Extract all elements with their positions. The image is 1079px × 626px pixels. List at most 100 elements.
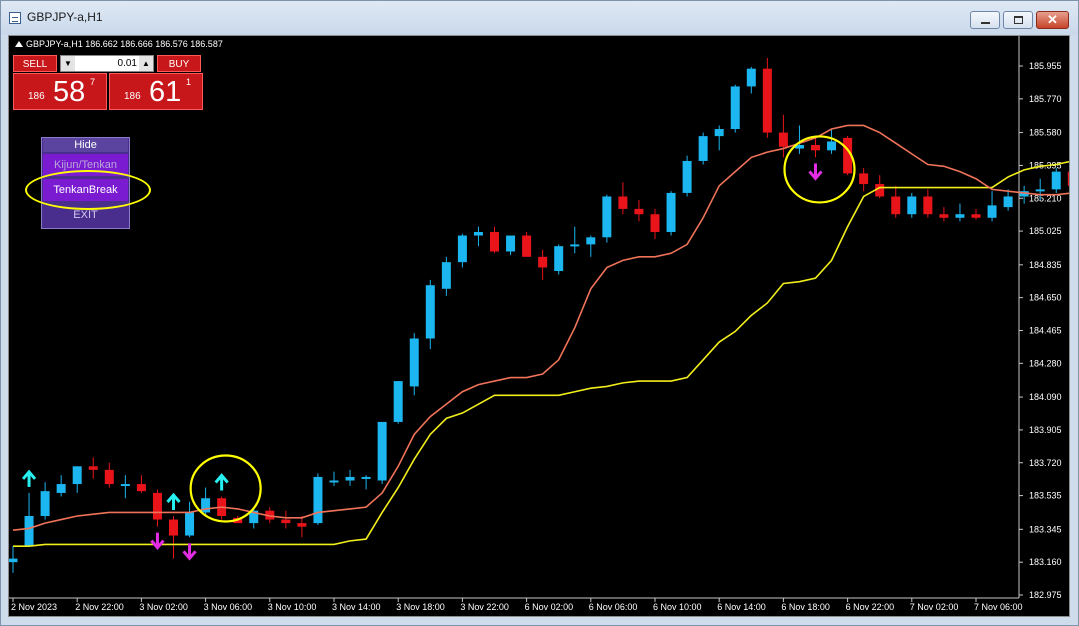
- bull-candle: [586, 237, 596, 245]
- time-tick-label: 3 Nov 10:00: [268, 602, 317, 612]
- bear-candle: [88, 466, 98, 470]
- bull-candle: [313, 476, 323, 524]
- bull-candle: [329, 480, 339, 483]
- bear-candle: [297, 523, 307, 527]
- time-tick-label: 6 Nov 18:00: [781, 602, 830, 612]
- sell-price-box[interactable]: 186 58 7: [13, 73, 107, 110]
- bull-candle: [570, 244, 580, 247]
- maximize-icon: [1014, 16, 1023, 24]
- price-tick-label: 183.905: [1029, 425, 1062, 435]
- lot-size-value[interactable]: 0.01: [77, 56, 137, 71]
- minimize-button[interactable]: [970, 11, 1000, 29]
- bull-candle: [120, 484, 130, 487]
- price-tick-label: 183.160: [1029, 557, 1062, 567]
- time-tick-label: 7 Nov 02:00: [910, 602, 959, 612]
- bear-candle: [859, 173, 869, 185]
- time-tick-label: 6 Nov 02:00: [525, 602, 574, 612]
- buy-price-big: 61: [149, 76, 182, 108]
- bull-candle: [425, 285, 435, 339]
- chart-symbol-header: GBPJPY-a,H1 186.662 186.666 186.576 186.…: [15, 39, 223, 49]
- bear-candle: [1067, 171, 1069, 186]
- bear-candle: [136, 484, 146, 492]
- bull-candle: [730, 86, 740, 130]
- buy-price-prefix: 186: [124, 91, 141, 102]
- bull-candle: [1035, 189, 1045, 192]
- time-tick-label: 6 Nov 06:00: [589, 602, 638, 612]
- time-tick-label: 3 Nov 02:00: [139, 602, 188, 612]
- time-tick-label: 3 Nov 06:00: [204, 602, 253, 612]
- price-tick-label: 185.770: [1029, 94, 1062, 104]
- chart-window-icon: [9, 12, 21, 24]
- bull-candle: [409, 338, 419, 387]
- bull-candle: [9, 558, 18, 563]
- collapse-triangle-icon[interactable]: [15, 41, 23, 47]
- price-chart[interactable]: 185.955 185.770 185.580 185.395 185.210 185.0…: [8, 35, 1070, 617]
- bull-candle: [361, 476, 371, 479]
- bull-candle: [746, 68, 756, 87]
- bear-candle: [778, 132, 788, 147]
- time-tick-label: 2 Nov 2023: [11, 602, 57, 612]
- sell-price-big: 58: [53, 76, 86, 108]
- sell-price-prefix: 186: [28, 91, 45, 102]
- bear-candle: [923, 196, 933, 215]
- sell-button[interactable]: SELL: [13, 55, 57, 72]
- lot-decrease-icon[interactable]: ▼: [61, 56, 75, 71]
- bear-candle: [891, 196, 901, 215]
- price-tick-label: 185.580: [1029, 128, 1062, 138]
- tenkan-sen-line: [12, 124, 1069, 532]
- lot-size-field[interactable]: ▼ 0.01 ▲: [60, 55, 154, 72]
- bear-candle: [152, 492, 162, 520]
- time-tick-label: 6 Nov 22:00: [846, 602, 895, 612]
- bull-candle: [506, 235, 516, 252]
- buy-button[interactable]: BUY: [157, 55, 201, 72]
- bull-candle: [602, 196, 612, 238]
- close-button[interactable]: ✕: [1036, 11, 1069, 29]
- bear-candle: [169, 519, 178, 536]
- time-tick-label: 3 Nov 22:00: [460, 602, 509, 612]
- price-tick-label: 184.090: [1029, 392, 1062, 402]
- bear-candle: [875, 184, 885, 197]
- time-tick-label: 6 Nov 10:00: [653, 602, 702, 612]
- bull-candle: [56, 484, 66, 493]
- bull-candle: [907, 196, 917, 215]
- bull-candle: [1051, 171, 1061, 190]
- bear-candle: [490, 231, 499, 252]
- maximize-button[interactable]: [1003, 11, 1033, 29]
- hide-button[interactable]: Hide: [43, 138, 128, 152]
- bull-candle: [714, 129, 724, 137]
- bull-candle: [987, 205, 997, 218]
- window-title: GBPJPY-a,H1: [27, 10, 103, 24]
- bear-candle: [971, 214, 981, 218]
- bull-candle: [457, 235, 467, 263]
- bear-candle: [538, 256, 548, 268]
- price-tick-label: 184.465: [1029, 326, 1062, 336]
- mt4-chart-window: GBPJPY-a,H1 ✕ 185.955 185.770 185.580 185.3…: [0, 0, 1079, 626]
- time-tick-label: 6 Nov 14:00: [717, 602, 766, 612]
- bear-candle: [281, 519, 291, 524]
- time-tick-label: 3 Nov 18:00: [396, 602, 445, 612]
- price-tick-label: 185.025: [1029, 226, 1062, 236]
- close-icon: ✕: [1047, 12, 1058, 27]
- bull-candle: [666, 192, 676, 232]
- bear-candle: [634, 208, 644, 215]
- bull-candle: [24, 516, 34, 547]
- bull-candle: [554, 246, 564, 272]
- bear-candle: [650, 214, 660, 232]
- buy-price-box[interactable]: 186 61 1: [109, 73, 203, 110]
- bull-candle: [1003, 196, 1013, 208]
- minimize-icon: [981, 22, 990, 24]
- price-tick-label: 184.835: [1029, 260, 1062, 270]
- bull-candle: [441, 262, 451, 289]
- bull-candle: [698, 136, 708, 161]
- bull-candle: [377, 421, 387, 481]
- bull-candle: [473, 231, 483, 236]
- bull-candle: [185, 512, 195, 536]
- price-tick-label: 183.345: [1029, 524, 1062, 534]
- lot-increase-icon[interactable]: ▲: [139, 56, 153, 71]
- bear-candle: [811, 144, 820, 151]
- sell-price-fraction: 7: [90, 77, 96, 87]
- time-tick-label: 7 Nov 06:00: [974, 602, 1023, 612]
- time-tick-label: 3 Nov 14:00: [332, 602, 381, 612]
- window-titlebar[interactable]: GBPJPY-a,H1 ✕: [1, 1, 1078, 35]
- price-tick-label: 183.720: [1029, 458, 1062, 468]
